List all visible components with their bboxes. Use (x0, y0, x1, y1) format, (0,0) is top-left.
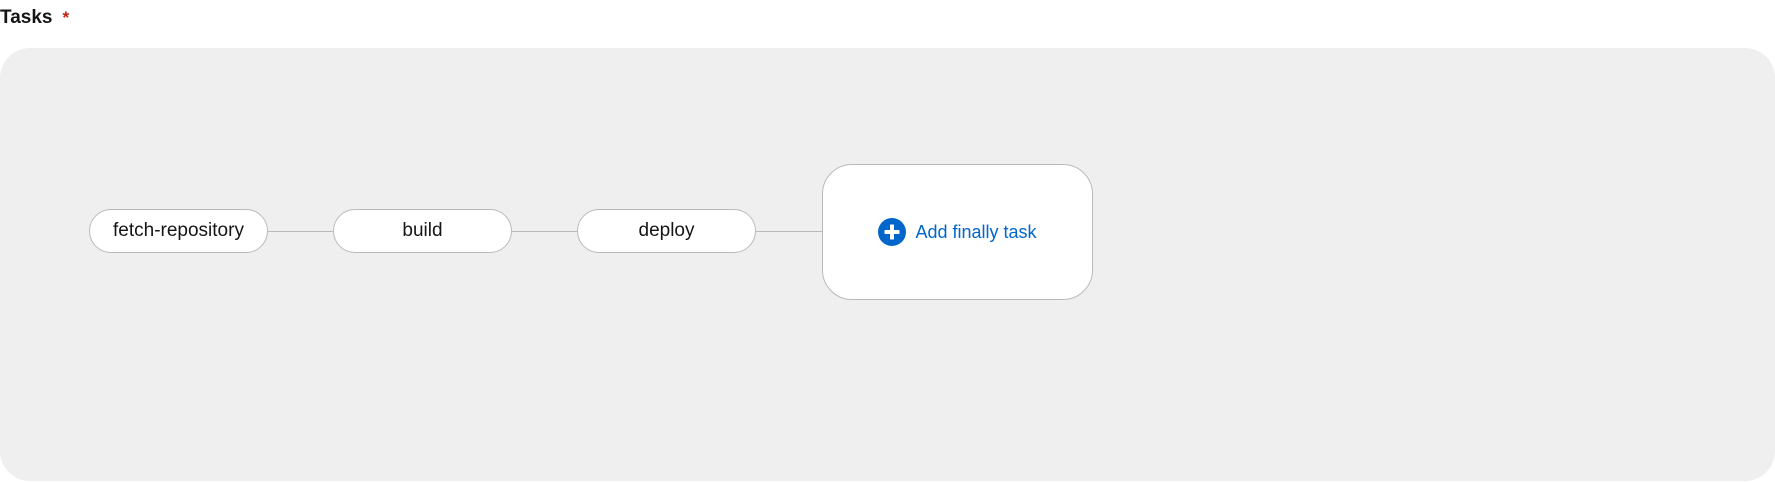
add-finally-task-label: Add finally task (915, 221, 1037, 242)
required-indicator: * (62, 8, 70, 27)
finally-task-group: Add finally task (822, 164, 1093, 300)
task-node-label: deploy (638, 220, 695, 241)
task-node-label: build (402, 220, 443, 241)
task-node-deploy[interactable]: deploy (577, 209, 756, 253)
tasks-field-label: Tasks * (0, 4, 69, 32)
plus-circle-icon (878, 218, 907, 246)
task-node-fetch-repository[interactable]: fetch-repository (89, 209, 268, 253)
task-connector (756, 231, 822, 232)
task-node-label: fetch-repository (113, 220, 244, 241)
task-connector (512, 231, 577, 232)
task-connector (268, 231, 333, 232)
pipeline-builder-canvas: fetch-repository build deploy Add finall… (0, 48, 1775, 481)
add-finally-task-button[interactable]: Add finally task (878, 218, 1037, 246)
task-node-build[interactable]: build (333, 209, 512, 253)
tasks-label-text: Tasks (0, 7, 53, 28)
